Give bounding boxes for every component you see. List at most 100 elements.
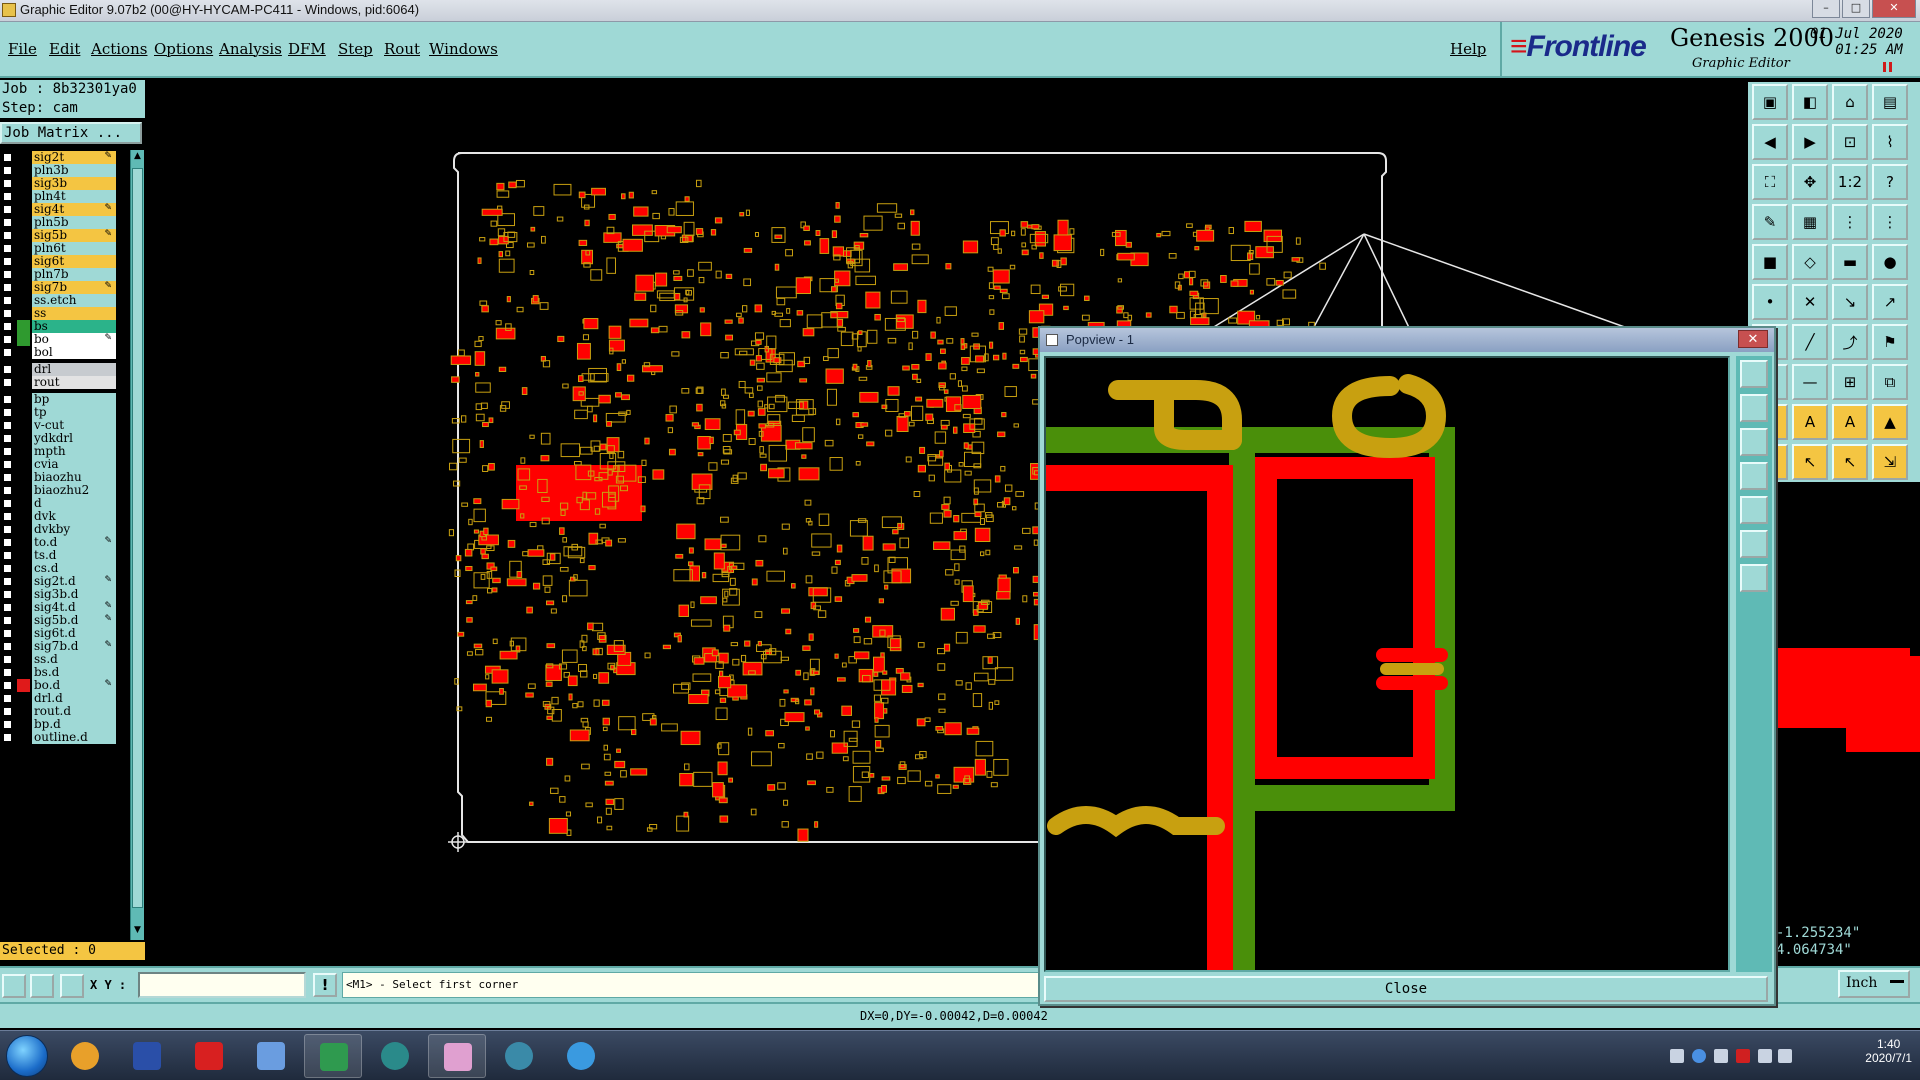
popview-center-icon[interactable] — [1740, 564, 1768, 592]
minus-icon[interactable]: — — [1792, 364, 1828, 400]
grid-icon[interactable]: ▦ — [1792, 204, 1828, 240]
popview-zoom-icon[interactable] — [1740, 360, 1768, 388]
network-icon[interactable] — [1670, 1049, 1684, 1063]
move-right-icon[interactable]: ▶ — [1792, 124, 1828, 160]
layer-checkbox[interactable] — [2, 511, 13, 522]
layer-checkbox[interactable] — [2, 308, 13, 319]
popview-right-icon[interactable] — [1740, 496, 1768, 524]
scroll-thumb[interactable] — [132, 168, 143, 908]
popview-left-icon[interactable] — [1740, 462, 1768, 490]
taskbar-app-frontline[interactable] — [304, 1034, 362, 1078]
grid-icon[interactable] — [60, 974, 84, 998]
scroll-down-icon[interactable]: ▼ — [132, 925, 143, 939]
net-icon[interactable]: ⋮ — [1832, 204, 1868, 240]
menu-analysis[interactable]: Analysis — [219, 40, 282, 58]
layer-checkbox[interactable] — [2, 459, 13, 470]
layer-checkbox[interactable] — [2, 334, 13, 345]
fill-icon[interactable]: ■ — [1752, 244, 1788, 280]
layer-checkbox[interactable] — [2, 282, 13, 293]
menu-options[interactable]: Options — [154, 40, 213, 58]
layer-checkbox[interactable] — [2, 654, 13, 665]
layer-checkbox[interactable] — [2, 152, 13, 163]
layer-checkbox[interactable] — [2, 394, 13, 405]
layer-checkbox[interactable] — [2, 347, 13, 358]
settings-icon[interactable] — [1714, 1049, 1728, 1063]
layer-checkbox[interactable] — [2, 693, 13, 704]
layer-checkbox[interactable] — [2, 243, 13, 254]
pause-icon[interactable] — [1883, 62, 1893, 72]
menu-actions[interactable]: Actions — [91, 40, 147, 58]
layer-checkbox[interactable] — [2, 433, 13, 444]
tray-clock[interactable]: 1:40 2020/7/1 — [1865, 1037, 1912, 1065]
layer-name[interactable]: bol — [32, 346, 116, 359]
center-icon[interactable]: ✥ — [1792, 164, 1828, 200]
layer-checkbox[interactable] — [2, 524, 13, 535]
xy-input[interactable] — [138, 972, 306, 998]
layer-checkbox[interactable] — [2, 498, 13, 509]
cursor-icon[interactable]: ⇲ — [1872, 444, 1908, 480]
layer-checkbox[interactable] — [2, 420, 13, 431]
taskbar-app-x[interactable] — [428, 1034, 486, 1078]
mountain-icon[interactable]: ▲ — [1872, 404, 1908, 440]
close-button[interactable]: ✕ — [1872, 0, 1916, 18]
layer-checkbox[interactable] — [2, 446, 13, 457]
layer-checkbox[interactable] — [2, 191, 13, 202]
home-icon[interactable]: ⌂ — [1832, 84, 1868, 120]
layer-checkbox[interactable] — [2, 680, 13, 691]
popview-canvas[interactable] — [1044, 356, 1730, 972]
help-icon[interactable]: ? — [1872, 164, 1908, 200]
help-icon[interactable] — [1692, 1049, 1706, 1063]
layer-checkbox[interactable] — [2, 407, 13, 418]
layer-checkbox[interactable] — [2, 667, 13, 678]
move-icon[interactable]: ⊞ — [1832, 364, 1868, 400]
layer-name[interactable]: outline.d — [32, 731, 116, 744]
display-icon[interactable] — [1758, 1049, 1772, 1063]
scale-icon[interactable]: 1:2 — [1832, 164, 1868, 200]
layer-checkbox[interactable] — [2, 204, 13, 215]
layer-row[interactable]: bol — [0, 345, 118, 360]
text-icon[interactable]: A — [1792, 404, 1828, 440]
layer-checkbox[interactable] — [2, 269, 13, 280]
layer-checkbox[interactable] — [2, 165, 13, 176]
layer-checkbox[interactable] — [2, 256, 13, 267]
taskbar-app-eye[interactable] — [366, 1034, 424, 1078]
maximize-button[interactable]: □ — [1842, 0, 1870, 18]
menu-help[interactable]: Help — [1450, 40, 1486, 58]
layer-scrollbar[interactable]: ▲ ▼ — [130, 150, 144, 940]
flag-icon[interactable] — [1736, 1049, 1750, 1063]
alert-icon[interactable]: ! — [313, 973, 337, 997]
pointer-icon[interactable]: ↖ — [1792, 444, 1828, 480]
layer-checkbox[interactable] — [2, 602, 13, 613]
zigzag-icon[interactable]: ⌇ — [1872, 124, 1908, 160]
net2-icon[interactable]: ⋮ — [1872, 204, 1908, 240]
flag-icon[interactable]: ⚑ — [1872, 324, 1908, 360]
layer-checkbox[interactable] — [2, 321, 13, 332]
layer-checkbox[interactable] — [2, 364, 13, 375]
menu-file[interactable]: File — [8, 40, 37, 58]
menu-step[interactable]: Step — [338, 40, 373, 58]
panel-icon[interactable]: ▤ — [1872, 84, 1908, 120]
cross-icon[interactable]: ✕ — [1792, 284, 1828, 320]
scroll-up-icon[interactable]: ▲ — [132, 151, 143, 165]
taskbar-app-eye2[interactable] — [490, 1034, 548, 1078]
layer-down-icon[interactable]: ◧ — [1792, 84, 1828, 120]
pointer2-icon[interactable]: ↖ — [1832, 444, 1868, 480]
ruler-icon[interactable] — [30, 974, 54, 998]
job-matrix-button[interactable]: Job Matrix ... — [0, 122, 142, 144]
move-left-icon[interactable]: ◀ — [1752, 124, 1788, 160]
arc-icon[interactable]: ↗ — [1872, 284, 1908, 320]
units-dropdown[interactable]: Inch — [1838, 970, 1910, 998]
layer-row[interactable]: outline.d — [0, 730, 118, 745]
popview-up-icon[interactable] — [1740, 428, 1768, 456]
popview-fit-icon[interactable] — [1740, 530, 1768, 558]
layer-checkbox[interactable] — [2, 472, 13, 483]
zoom-icon[interactable]: ⊡ — [1832, 124, 1868, 160]
taskbar-app-feather[interactable] — [552, 1034, 610, 1078]
layer-row[interactable]: rout — [0, 375, 118, 390]
start-button[interactable] — [6, 1035, 48, 1077]
curve-icon[interactable]: ⤴ — [1832, 324, 1868, 360]
layer-checkbox[interactable] — [2, 295, 13, 306]
layer-checkbox[interactable] — [2, 485, 13, 496]
taskbar-app-notepad[interactable] — [242, 1034, 300, 1078]
fit-icon[interactable]: ⛶ — [1752, 164, 1788, 200]
